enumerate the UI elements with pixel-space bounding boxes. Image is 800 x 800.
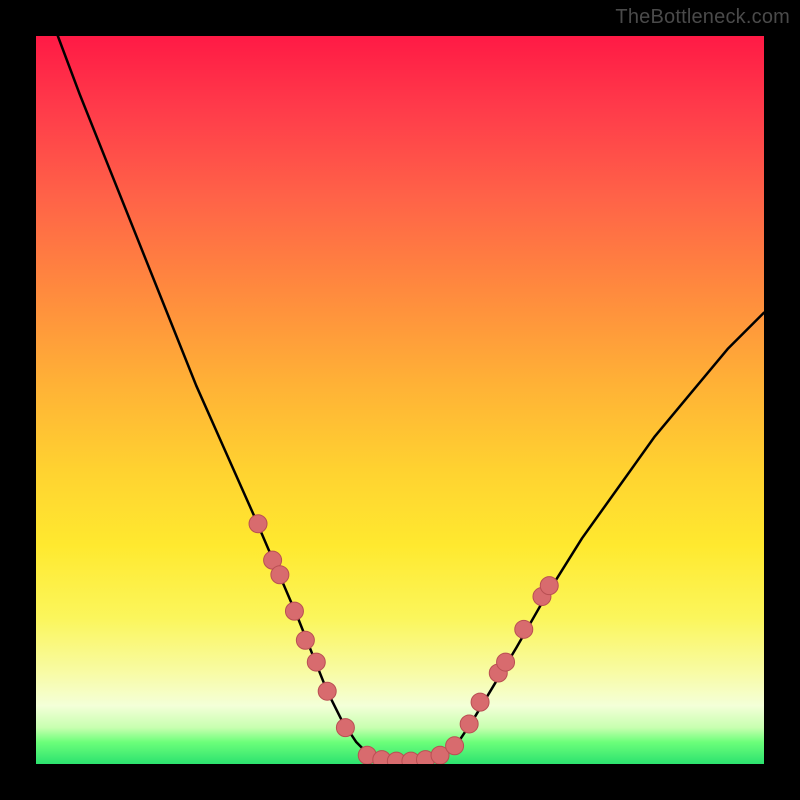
bottleneck-curve (58, 36, 764, 762)
data-marker (460, 715, 478, 733)
data-marker (249, 515, 267, 533)
data-marker (318, 682, 336, 700)
data-marker (271, 566, 289, 584)
data-marker (497, 653, 515, 671)
data-marker (296, 631, 314, 649)
data-marker (446, 737, 464, 755)
chart-svg (36, 36, 764, 764)
chart-frame: TheBottleneck.com (0, 0, 800, 800)
data-marker (336, 719, 354, 737)
data-marker (307, 653, 325, 671)
data-marker (285, 602, 303, 620)
data-marker (471, 693, 489, 711)
data-marker (515, 620, 533, 638)
data-marker (540, 577, 558, 595)
watermark-text: TheBottleneck.com (615, 6, 790, 29)
plot-area (36, 36, 764, 764)
